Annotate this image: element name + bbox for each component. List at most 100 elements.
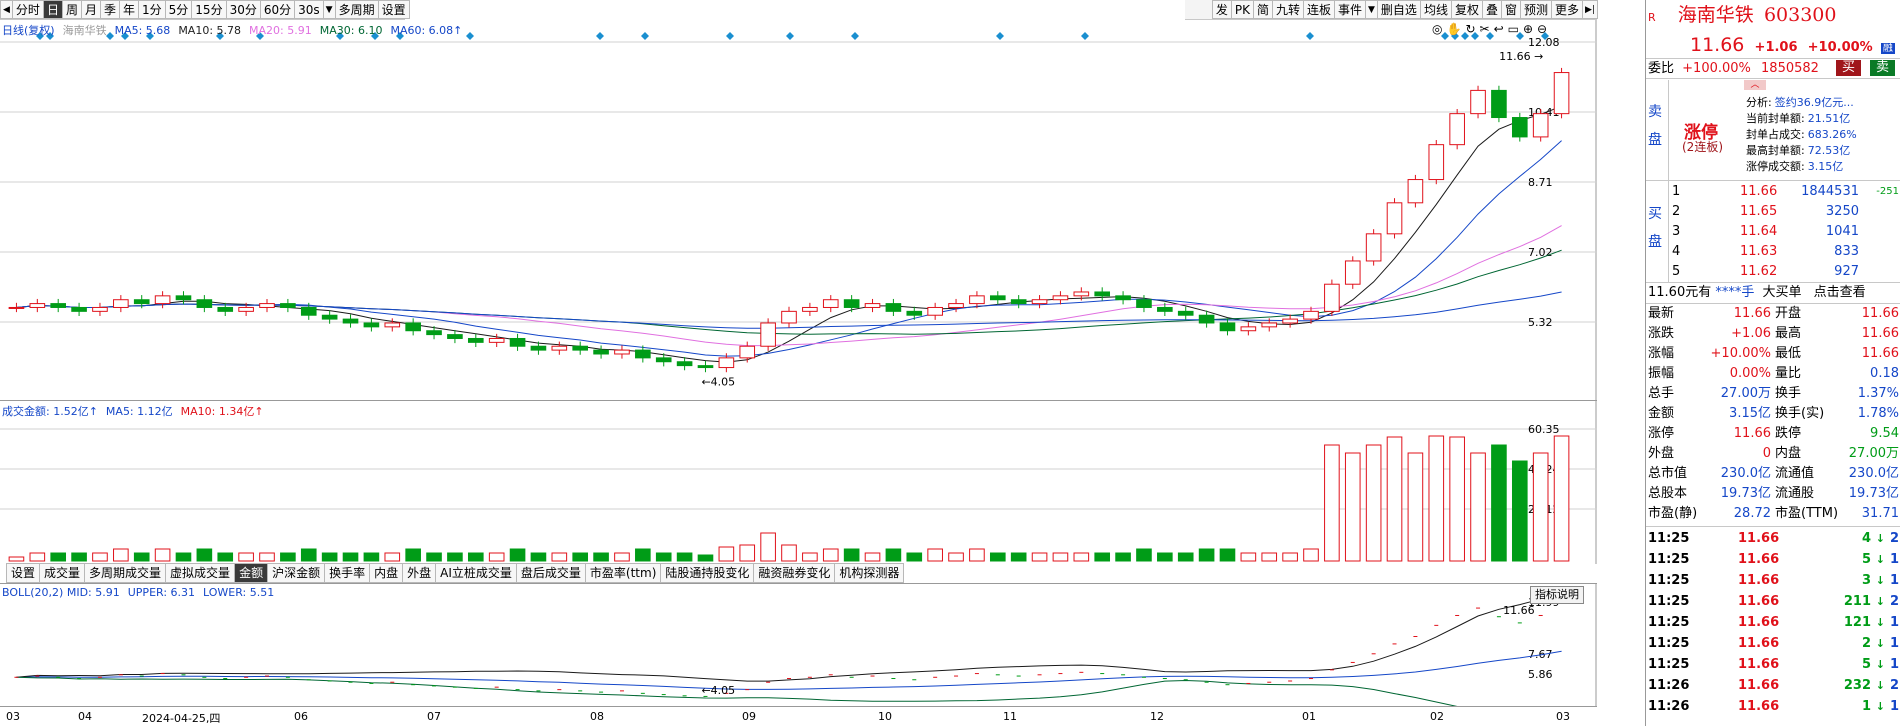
flag-icon: R: [1648, 11, 1656, 24]
period-btn-6[interactable]: 年: [119, 0, 140, 19]
indicator-tab-3[interactable]: 虚拟成交量: [165, 563, 236, 583]
kline-panel[interactable]: 日线(复权) 海南华铁 MA5: 5.68 MA10: 5.78 MA20: 5.91 M…: [0, 20, 1597, 400]
big-order-link[interactable]: 点击查看: [1814, 285, 1866, 300]
candle: [1491, 85, 1507, 123]
volume-bar: [1240, 552, 1257, 562]
volume-bar: [363, 552, 380, 562]
indicator-tab-7[interactable]: 内盘: [369, 563, 404, 583]
period-btn-5[interactable]: 季: [99, 0, 120, 19]
period-btn-11[interactable]: 60分: [259, 0, 296, 19]
volume-bar: [1261, 552, 1278, 562]
scissors-icon[interactable]: ✂: [1480, 22, 1490, 36]
boll-chart[interactable]: 11.997.675.8611.66←4.05: [0, 584, 1597, 707]
tick-time: 11:25: [1648, 531, 1690, 546]
period-btn-8[interactable]: 5分: [164, 0, 193, 19]
hand-icon[interactable]: ✋: [1446, 22, 1461, 36]
big-order-volume: ****手: [1715, 285, 1755, 300]
indicator-tab-4[interactable]: 金额: [234, 563, 269, 583]
signal-marker: [1081, 32, 1089, 40]
bid-price: 11.65: [1740, 204, 1778, 219]
indicator-tab-13[interactable]: 融资融券变化: [753, 563, 836, 583]
kline-chart[interactable]: 12.0810.418.717.025.3211.66 →←4.05: [0, 20, 1597, 400]
period-btn-12[interactable]: 30s: [294, 0, 324, 19]
bid-level: 2: [1672, 204, 1681, 219]
candle: [697, 360, 714, 373]
indicator-help-button[interactable]: 指标说明: [1530, 586, 1584, 604]
tool-btn-8[interactable]: 均线: [1419, 0, 1452, 19]
indicator-tab-0[interactable]: 设置: [6, 563, 41, 583]
volume-bar: [969, 548, 985, 562]
tool-btn-5[interactable]: 事件: [1333, 0, 1366, 19]
eye-icon[interactable]: ◎: [1432, 22, 1442, 36]
tick-volume: 5: [1861, 552, 1871, 567]
period-btn-4[interactable]: 月: [80, 0, 101, 19]
collapse-icon[interactable]: ︿: [1744, 80, 1766, 90]
indicator-tab-14[interactable]: 机构探测器: [834, 563, 905, 583]
chart-tool-icons: ◎ ✋ ↻ ✂ ↩ ▭ ⊕ ⊖: [1432, 22, 1547, 36]
tool-btn-11[interactable]: 窗: [1500, 0, 1521, 19]
tool-btn-1[interactable]: PK: [1230, 0, 1254, 19]
tool-btn-2[interactable]: 简: [1252, 0, 1273, 19]
tick-price: 11.66: [1738, 636, 1780, 651]
indicator-tab-1[interactable]: 成交量: [39, 563, 86, 583]
candle: [1470, 85, 1486, 119]
bid-volume: 3250: [1825, 204, 1859, 219]
stat-label: 最新: [1648, 306, 1675, 321]
window-icon[interactable]: ▭: [1508, 22, 1519, 36]
tool-btn-13[interactable]: 更多: [1551, 0, 1584, 19]
undo-icon[interactable]: ↩: [1494, 22, 1504, 36]
tool-btn-0[interactable]: 发: [1211, 0, 1232, 19]
indicator-tab-5[interactable]: 沪深金额: [267, 563, 326, 583]
legend-item: MA5: 1.12亿: [105, 405, 173, 418]
period-btn-9[interactable]: 15分: [191, 0, 227, 19]
stat-value: 19.73亿: [1848, 486, 1899, 501]
tool-btn-3[interactable]: 九转: [1271, 0, 1304, 19]
volume-panel[interactable]: 成交金额: 1.52亿↑ MA5: 1.12亿 MA10: 1.34亿↑ 60.35…: [0, 400, 1597, 564]
tool-btn-12[interactable]: 预测: [1520, 0, 1553, 19]
buy-button[interactable]: 买: [1836, 60, 1862, 76]
tick-row: 11:25 11.66 4 ↓ 2: [1648, 528, 1899, 549]
period-btn-15[interactable]: 设置: [377, 0, 410, 19]
boll-upper-line: [16, 591, 1562, 682]
candle: [1324, 279, 1340, 316]
period-btn-1[interactable]: 分时: [11, 0, 44, 19]
indicator-tab-10[interactable]: 盘后成交量: [515, 563, 586, 583]
zoom-out-icon[interactable]: ⊖: [1537, 22, 1547, 36]
date-label: 01: [1302, 710, 1316, 723]
period-btn-2[interactable]: 日: [42, 0, 63, 19]
down-arrow-icon: ↓: [1875, 679, 1885, 692]
indicator-tab-8[interactable]: 外盘: [402, 563, 437, 583]
indicator-tab-9[interactable]: AI立桩成交量: [435, 563, 517, 583]
tool-btn-10[interactable]: 叠: [1481, 0, 1502, 19]
volume-bar: [133, 552, 150, 562]
volume-bar: [822, 548, 839, 562]
tool-btn-7[interactable]: 删自选: [1376, 0, 1421, 19]
tick-time: 11:25: [1648, 594, 1690, 609]
volume-bar: [760, 532, 776, 562]
zoom-in-icon[interactable]: ⊕: [1523, 22, 1533, 36]
volume-chart[interactable]: 60.3540.2420.12: [0, 401, 1597, 564]
period-btn-10[interactable]: 30分: [225, 0, 261, 19]
volume-bar: [50, 552, 67, 562]
period-btn-14[interactable]: 多周期: [334, 0, 379, 19]
candle: [154, 291, 171, 309]
big-order-bar[interactable]: 11.60元有 ****手 大买单 点击查看: [1648, 283, 1898, 302]
period-btn-7[interactable]: 1分: [138, 0, 166, 19]
candle: [1428, 140, 1445, 185]
indicator-tab-11[interactable]: 市盈率(ttm): [584, 563, 662, 583]
indicator-tab-2[interactable]: 多周期成交量: [84, 563, 167, 583]
tool-btn-14[interactable]: ▶|: [1582, 0, 1598, 19]
volume-bar: [1198, 548, 1215, 562]
boll-panel[interactable]: BOLL(20,2) MID: 5.91 UPPER: 6.31 LOWER: 5.…: [0, 583, 1597, 707]
refresh-icon[interactable]: ↻: [1465, 22, 1475, 36]
indicator-tab-12[interactable]: 陆股通持股变化: [660, 563, 755, 583]
sell-button[interactable]: 卖: [1870, 60, 1896, 76]
indicator-tab-6[interactable]: 换手率: [324, 563, 371, 583]
tool-btn-9[interactable]: 复权: [1450, 0, 1483, 19]
indicator-tabs: 设置 成交量 多周期成交量 虚拟成交量 金额 沪深金额 换手率 内盘 外盘 AI立桩成交量 盘后成交…: [6, 563, 905, 583]
tool-btn-4[interactable]: 连板: [1302, 0, 1335, 19]
candle: [50, 298, 67, 313]
volume-axis-label: 60.35: [1528, 423, 1560, 436]
candle: [822, 295, 839, 313]
period-btn-3[interactable]: 周: [61, 0, 82, 19]
